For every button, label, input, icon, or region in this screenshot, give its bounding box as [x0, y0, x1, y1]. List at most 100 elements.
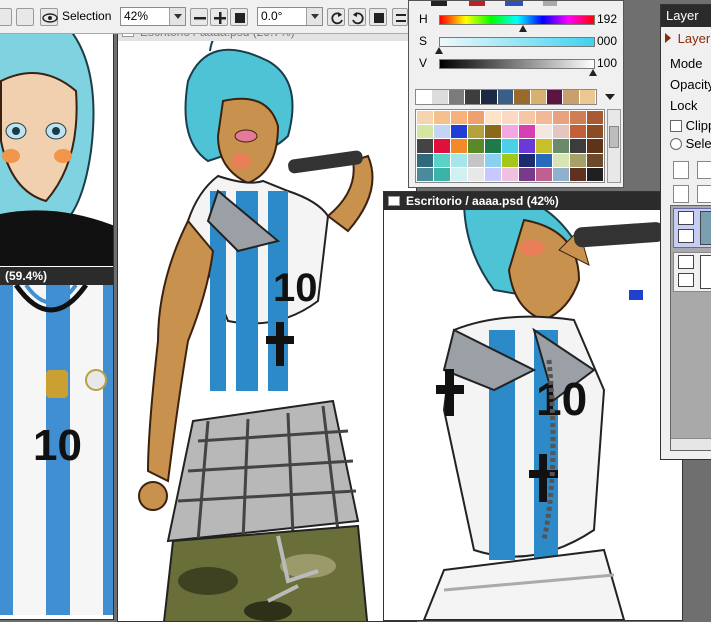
palette-swatch[interactable]: [502, 153, 518, 167]
pen-layer-icon[interactable]: [697, 161, 711, 179]
zoom-reset-button[interactable]: [230, 8, 248, 26]
palette-swatch[interactable]: [587, 153, 603, 167]
layer-list[interactable]: [670, 205, 711, 451]
color-palette[interactable]: [415, 109, 605, 183]
color-swatch[interactable]: [432, 90, 449, 104]
palette-swatch[interactable]: [570, 125, 586, 139]
palette-swatch[interactable]: [570, 111, 586, 125]
toolbar-button-2[interactable]: [16, 8, 34, 26]
eye-icon[interactable]: [40, 8, 58, 26]
recent-colors-strip[interactable]: [415, 89, 597, 105]
palette-swatch[interactable]: [417, 167, 433, 181]
layer-panel-title[interactable]: Layer: [661, 5, 711, 27]
value-slider[interactable]: V 100: [417, 53, 621, 76]
rotate-right-icon[interactable]: [348, 8, 366, 26]
add-icon[interactable]: [697, 185, 711, 203]
color-swatch[interactable]: [465, 90, 482, 104]
palette-swatch[interactable]: [468, 125, 484, 139]
palette-swatch[interactable]: [468, 111, 484, 125]
canvas-window-front-title[interactable]: Escritorio / aaaa.psd (42%): [384, 192, 682, 210]
canvas-window-front[interactable]: Escritorio / aaaa.psd (42%) 10: [383, 191, 683, 621]
palette-swatch[interactable]: [502, 125, 518, 139]
layer-row[interactable]: [673, 252, 711, 292]
palette-swatch[interactable]: [587, 139, 603, 153]
palette-swatch[interactable]: [451, 125, 467, 139]
flip-icon[interactable]: [392, 8, 408, 26]
layer-list-scrollbar[interactable]: [671, 438, 711, 450]
palette-swatch[interactable]: [587, 125, 603, 139]
rotation-select[interactable]: 0.0°: [257, 7, 323, 26]
palette-swatch[interactable]: [553, 167, 569, 181]
palette-swatch[interactable]: [553, 125, 569, 139]
canvas-window-left-title[interactable]: (59.4%): [0, 267, 113, 285]
zoom-select[interactable]: 42%: [120, 7, 186, 26]
palette-swatch[interactable]: [587, 167, 603, 181]
palette-swatch[interactable]: [502, 167, 518, 181]
color-swatch[interactable]: [546, 90, 564, 104]
canvas-window-back[interactable]: Escritorio / aaaa.psd (29.7%) 10: [117, 22, 417, 622]
zoom-out-button[interactable]: [190, 8, 208, 26]
merge-down-icon[interactable]: [673, 185, 689, 203]
color-swatch[interactable]: [416, 90, 433, 104]
color-swatch[interactable]: [579, 90, 596, 104]
palette-swatch[interactable]: [485, 111, 501, 125]
toolbar-button-1[interactable]: [0, 8, 12, 26]
color-swatch[interactable]: [563, 90, 580, 104]
palette-swatch[interactable]: [434, 167, 450, 181]
palette-swatch[interactable]: [570, 153, 586, 167]
palette-swatch[interactable]: [587, 111, 603, 125]
tab-layer[interactable]: Layer: [665, 31, 710, 46]
new-layer-icon[interactable]: [673, 161, 689, 179]
color-swatch[interactable]: [497, 90, 515, 104]
layer-row-active[interactable]: [673, 208, 711, 248]
palette-swatch[interactable]: [536, 139, 552, 153]
palette-swatch[interactable]: [502, 111, 518, 125]
palette-swatch[interactable]: [417, 125, 433, 139]
selection-source-radio[interactable]: Sele: [670, 136, 711, 151]
checkbox[interactable]: [670, 120, 682, 132]
palette-swatch[interactable]: [468, 139, 484, 153]
color-swatch[interactable]: [514, 90, 531, 104]
value-thumb[interactable]: [589, 69, 597, 76]
value-bar[interactable]: [439, 59, 595, 69]
palette-swatch[interactable]: [485, 167, 501, 181]
scroll-thumb[interactable]: [609, 126, 619, 148]
chevron-down-icon[interactable]: [605, 94, 615, 100]
hue-slider[interactable]: H 192: [417, 9, 621, 32]
hue-bar[interactable]: [439, 15, 595, 25]
palette-scrollbar[interactable]: [607, 109, 621, 183]
palette-swatch[interactable]: [570, 139, 586, 153]
palette-swatch[interactable]: [519, 111, 535, 125]
palette-swatch[interactable]: [485, 153, 501, 167]
palette-swatch[interactable]: [553, 153, 569, 167]
canvas-window-left[interactable]: (59.4%) 10: [0, 0, 114, 620]
palette-swatch[interactable]: [451, 139, 467, 153]
color-swatch[interactable]: [530, 90, 547, 104]
palette-swatch[interactable]: [451, 153, 467, 167]
palette-swatch[interactable]: [519, 153, 535, 167]
palette-swatch[interactable]: [536, 167, 552, 181]
clipping-checkbox[interactable]: Clipp: [670, 118, 711, 133]
visibility-eye-icon[interactable]: [678, 255, 694, 269]
palette-swatch[interactable]: [519, 125, 535, 139]
empty-box[interactable]: [678, 273, 694, 287]
radio[interactable]: [670, 138, 682, 150]
palette-swatch[interactable]: [451, 167, 467, 181]
palette-swatch[interactable]: [468, 153, 484, 167]
palette-swatch[interactable]: [519, 167, 535, 181]
palette-swatch[interactable]: [451, 111, 467, 125]
palette-swatch[interactable]: [434, 139, 450, 153]
palette-swatch[interactable]: [485, 139, 501, 153]
palette-swatch[interactable]: [553, 111, 569, 125]
palette-swatch[interactable]: [434, 153, 450, 167]
color-swatch[interactable]: [448, 90, 466, 104]
zoom-in-button[interactable]: [210, 8, 228, 26]
rotation-reset-button[interactable]: [369, 8, 387, 26]
saturation-bar[interactable]: [439, 37, 595, 47]
palette-swatch[interactable]: [536, 111, 552, 125]
palette-swatch[interactable]: [434, 111, 450, 125]
palette-swatch[interactable]: [485, 125, 501, 139]
pen-icon[interactable]: [678, 229, 694, 243]
palette-swatch[interactable]: [553, 139, 569, 153]
saturation-slider[interactable]: S 000: [417, 31, 621, 54]
